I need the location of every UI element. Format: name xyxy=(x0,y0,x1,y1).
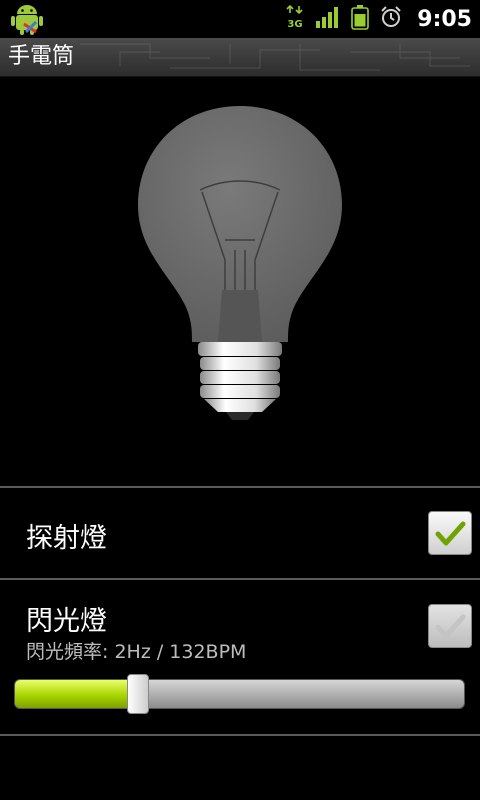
battery-icon xyxy=(351,4,370,34)
divider xyxy=(0,734,480,736)
slider-thumb[interactable] xyxy=(127,674,149,714)
check-icon xyxy=(435,614,466,639)
status-time: 9:05 xyxy=(417,6,472,32)
signal-strength-icon xyxy=(315,5,341,33)
slider-fill xyxy=(15,680,138,708)
svg-text:3G: 3G xyxy=(288,19,303,30)
divider xyxy=(0,486,480,488)
app-title: 手電筒 xyxy=(8,44,75,69)
status-bar: 3G 9:05 xyxy=(0,0,480,38)
strobe-frequency-slider[interactable] xyxy=(14,674,465,714)
strobe-frequency-text: 閃光頻率: 2Hz / 132BPM xyxy=(26,641,247,663)
android-app-icon xyxy=(10,2,44,36)
divider xyxy=(0,578,480,580)
check-icon xyxy=(435,521,466,546)
searchlight-checkbox[interactable] xyxy=(428,511,472,555)
data-3g-icon: 3G xyxy=(285,4,305,34)
title-bar: 手電筒 xyxy=(0,38,480,77)
strobe-label: 閃光燈 xyxy=(26,606,107,637)
light-bulb-icon[interactable] xyxy=(130,100,350,430)
searchlight-label: 探射燈 xyxy=(26,523,107,554)
strobe-checkbox[interactable] xyxy=(428,604,472,648)
alarm-icon xyxy=(379,5,403,33)
